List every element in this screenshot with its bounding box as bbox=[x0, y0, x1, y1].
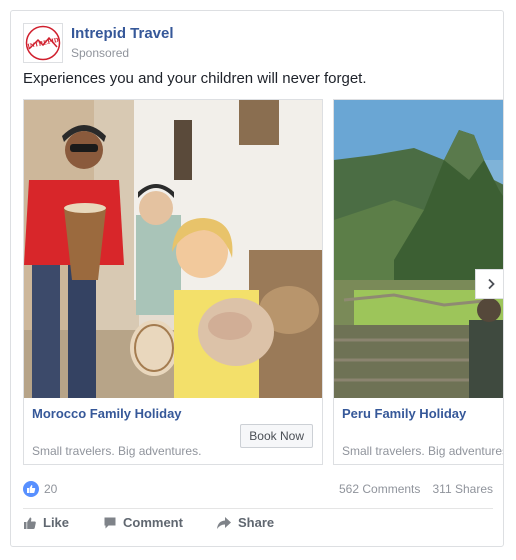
sponsored-post-card: INTREPID Intrepid Travel Sponsored Exper… bbox=[10, 10, 504, 547]
engagement-stats: 20 562 Comments 311 Shares bbox=[23, 481, 493, 499]
peru-photo[interactable] bbox=[334, 100, 503, 398]
like-button[interactable]: Like bbox=[23, 515, 69, 530]
like-count: 20 bbox=[44, 482, 58, 496]
page-meta: Intrepid Travel Sponsored bbox=[71, 25, 174, 61]
slide-description: Small travelers. Big adventures. bbox=[342, 444, 504, 458]
comment-button[interactable]: Comment bbox=[103, 515, 183, 530]
carousel-card-morocco[interactable]: Morocco Family Holiday Small travelers. … bbox=[23, 99, 323, 465]
intrepid-logo-icon: INTREPID bbox=[25, 25, 61, 61]
share-label: Share bbox=[238, 515, 275, 530]
like-reaction-icon bbox=[23, 481, 39, 497]
shares-count[interactable]: 311 Shares bbox=[433, 482, 494, 496]
post-header: INTREPID Intrepid Travel Sponsored bbox=[23, 23, 174, 63]
chevron-right-icon bbox=[487, 278, 495, 290]
sponsored-label[interactable]: Sponsored bbox=[71, 45, 174, 61]
comments-count[interactable]: 562 Comments bbox=[339, 482, 420, 496]
post-caption: Experiences you and your children will n… bbox=[23, 70, 367, 87]
comment-icon bbox=[104, 517, 116, 528]
reactions[interactable]: 20 bbox=[23, 481, 57, 497]
slide-title[interactable]: Peru Family Holiday bbox=[342, 406, 466, 421]
morocco-photo[interactable] bbox=[24, 100, 322, 398]
page-logo[interactable]: INTREPID bbox=[23, 23, 63, 63]
comment-label: Comment bbox=[123, 515, 183, 530]
slide-title[interactable]: Morocco Family Holiday bbox=[32, 406, 182, 421]
book-now-button[interactable]: Book Now bbox=[240, 424, 313, 448]
slide-description: Small travelers. Big adventures. bbox=[32, 444, 202, 458]
page-name-link[interactable]: Intrepid Travel bbox=[71, 25, 174, 43]
divider bbox=[23, 508, 493, 509]
like-label: Like bbox=[43, 515, 70, 530]
action-bar: Like Comment Share bbox=[23, 515, 493, 537]
share-button[interactable]: Share bbox=[216, 515, 274, 530]
share-arrow-icon bbox=[217, 516, 231, 529]
carousel: Morocco Family Holiday Small travelers. … bbox=[23, 99, 504, 467]
thumbs-up-icon bbox=[24, 517, 36, 529]
carousel-next-button[interactable] bbox=[475, 269, 503, 299]
